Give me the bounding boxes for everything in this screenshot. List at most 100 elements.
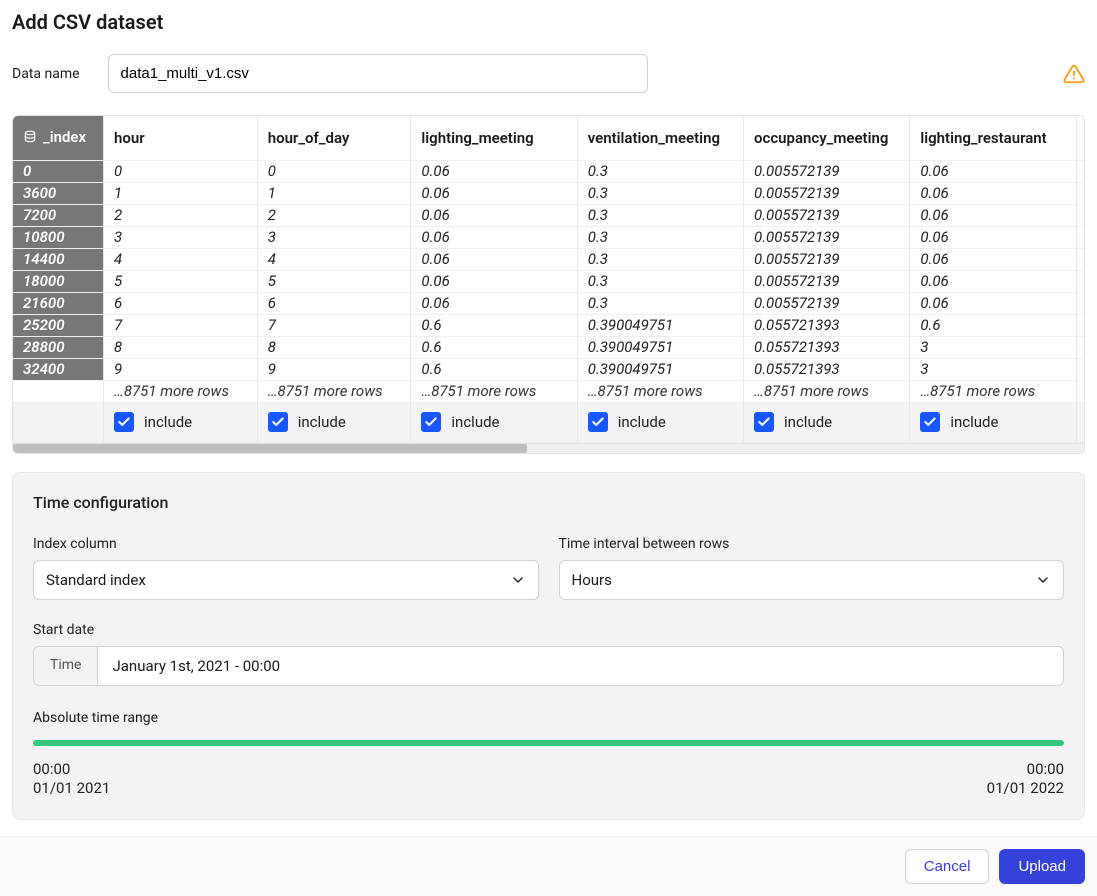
start-date-prefix: Time <box>34 647 98 685</box>
index-column-label: Index column <box>33 536 539 552</box>
column-header[interactable]: lighting_meeting <box>411 116 577 160</box>
column-header-index[interactable]: _index <box>13 116 104 160</box>
data-cell: 0.3 <box>1076 182 1085 204</box>
data-cell: 0.390049751 <box>577 336 743 358</box>
data-name-input[interactable] <box>108 54 648 93</box>
data-cell: 0.06 <box>411 270 577 292</box>
data-cell: 0.3 <box>577 160 743 182</box>
data-cell: 7 <box>257 314 411 336</box>
include-label: include <box>618 413 666 431</box>
chevron-down-icon <box>1035 572 1051 588</box>
data-cell: 0.055721393 <box>744 358 910 380</box>
data-cell: 3 <box>257 226 411 248</box>
data-cell: 0.005572139 <box>744 226 910 248</box>
data-cell: 0.005572139 <box>744 292 910 314</box>
time-range-slider[interactable] <box>33 740 1064 746</box>
data-cell: 6 <box>104 292 258 314</box>
range-start: 00:00 01/01 2021 <box>33 760 110 799</box>
data-cell: 0.06 <box>910 248 1076 270</box>
data-cell: 0.005572139 <box>744 160 910 182</box>
data-cell: 0.3 <box>1076 160 1085 182</box>
column-header[interactable]: ventilation_meeting <box>577 116 743 160</box>
horizontal-scrollbar[interactable] <box>13 443 1084 453</box>
include-checkbox[interactable] <box>754 412 774 432</box>
data-cell: 5 <box>104 270 258 292</box>
cancel-button[interactable]: Cancel <box>905 849 990 884</box>
warning-icon <box>1063 63 1085 85</box>
section-title: Time configuration <box>33 493 1064 512</box>
index-column-select[interactable]: Standard index <box>33 560 539 600</box>
start-date-value: January 1st, 2021 - 00:00 <box>98 647 294 685</box>
include-checkbox[interactable] <box>268 412 288 432</box>
upload-button[interactable]: Upload <box>999 849 1085 884</box>
include-checkbox[interactable] <box>114 412 134 432</box>
interval-select[interactable]: Hours <box>559 560 1065 600</box>
select-value: Standard index <box>46 571 146 589</box>
data-cell: 1 <box>257 182 411 204</box>
data-cell: 0.055721393 <box>744 336 910 358</box>
data-cell: 6 <box>257 292 411 314</box>
data-cell: 3 <box>910 358 1076 380</box>
column-header[interactable]: hour <box>104 116 258 160</box>
data-cell: 0.3 <box>577 182 743 204</box>
data-cell: 0.6 <box>411 336 577 358</box>
data-cell: 0.06 <box>411 204 577 226</box>
data-cell: 7 <box>104 314 258 336</box>
data-cell: 0.06 <box>411 182 577 204</box>
database-icon <box>23 130 37 144</box>
table-row: 18000550.060.30.0055721390.060.3 <box>13 270 1085 292</box>
include-checkbox[interactable] <box>588 412 608 432</box>
data-cell: 0.06 <box>411 292 577 314</box>
column-header[interactable]: occupancy_meeting <box>744 116 910 160</box>
column-header[interactable]: ventilati <box>1076 116 1085 160</box>
start-date-input[interactable]: Time January 1st, 2021 - 00:00 <box>33 646 1064 686</box>
data-cell: 0.06 <box>910 182 1076 204</box>
index-cell: 3600 <box>13 182 104 204</box>
include-checkbox[interactable] <box>421 412 441 432</box>
data-cell: 0 <box>104 160 258 182</box>
data-cell: 3 <box>104 226 258 248</box>
range-end: 00:00 01/01 2022 <box>987 760 1064 799</box>
data-cell: 0 <box>257 160 411 182</box>
column-header[interactable]: lighting_restaurant <box>910 116 1076 160</box>
data-cell: 0.055721393 <box>744 314 910 336</box>
data-cell: 1 <box>104 182 258 204</box>
data-cell: 8 <box>257 336 411 358</box>
page-title: Add CSV dataset <box>12 10 1085 34</box>
more-rows-indicator: …8751 more rows …8751 more rows …8751 mo… <box>13 380 1085 402</box>
data-cell: 0.3 <box>1076 314 1085 336</box>
data-cell: 0.005572139 <box>744 204 910 226</box>
table-row: 21600660.060.30.0055721390.060.3 <box>13 292 1085 314</box>
scrollbar-thumb[interactable] <box>13 444 527 453</box>
column-header[interactable]: hour_of_day <box>257 116 411 160</box>
include-label: include <box>144 413 192 431</box>
time-config-section: Time configuration Index column Standard… <box>12 472 1085 820</box>
index-cell: 18000 <box>13 270 104 292</box>
data-cell: 0.3 <box>1076 270 1085 292</box>
index-cell: 32400 <box>13 358 104 380</box>
data-cell: 2 <box>257 204 411 226</box>
data-cell: 0.06 <box>910 204 1076 226</box>
start-date-label: Start date <box>33 622 1064 638</box>
table-row: 10800330.060.30.0055721390.060.3 <box>13 226 1085 248</box>
data-cell: 5 <box>257 270 411 292</box>
include-label: include <box>451 413 499 431</box>
table-row: 25200770.60.3900497510.0557213930.60.3 <box>13 314 1085 336</box>
data-cell: 8 <box>104 336 258 358</box>
data-cell: 0.06 <box>910 270 1076 292</box>
data-cell: 0.3 <box>577 292 743 314</box>
data-cell: 0.6 <box>411 314 577 336</box>
data-cell: 0.06 <box>411 160 577 182</box>
data-cell: 0.06 <box>910 226 1076 248</box>
include-checkbox[interactable] <box>920 412 940 432</box>
data-cell: 1.41357… <box>1076 358 1085 380</box>
data-cell: 0.005572139 <box>744 182 910 204</box>
data-cell: 3 <box>910 336 1076 358</box>
table-row: 32400990.60.3900497510.05572139331.41357… <box>13 358 1085 380</box>
data-cell: 4 <box>257 248 411 270</box>
index-header-label: _index <box>43 128 86 146</box>
data-cell: 0.06 <box>910 292 1076 314</box>
select-value: Hours <box>572 571 612 589</box>
data-cell: 0.06 <box>411 226 577 248</box>
index-cell: 25200 <box>13 314 104 336</box>
